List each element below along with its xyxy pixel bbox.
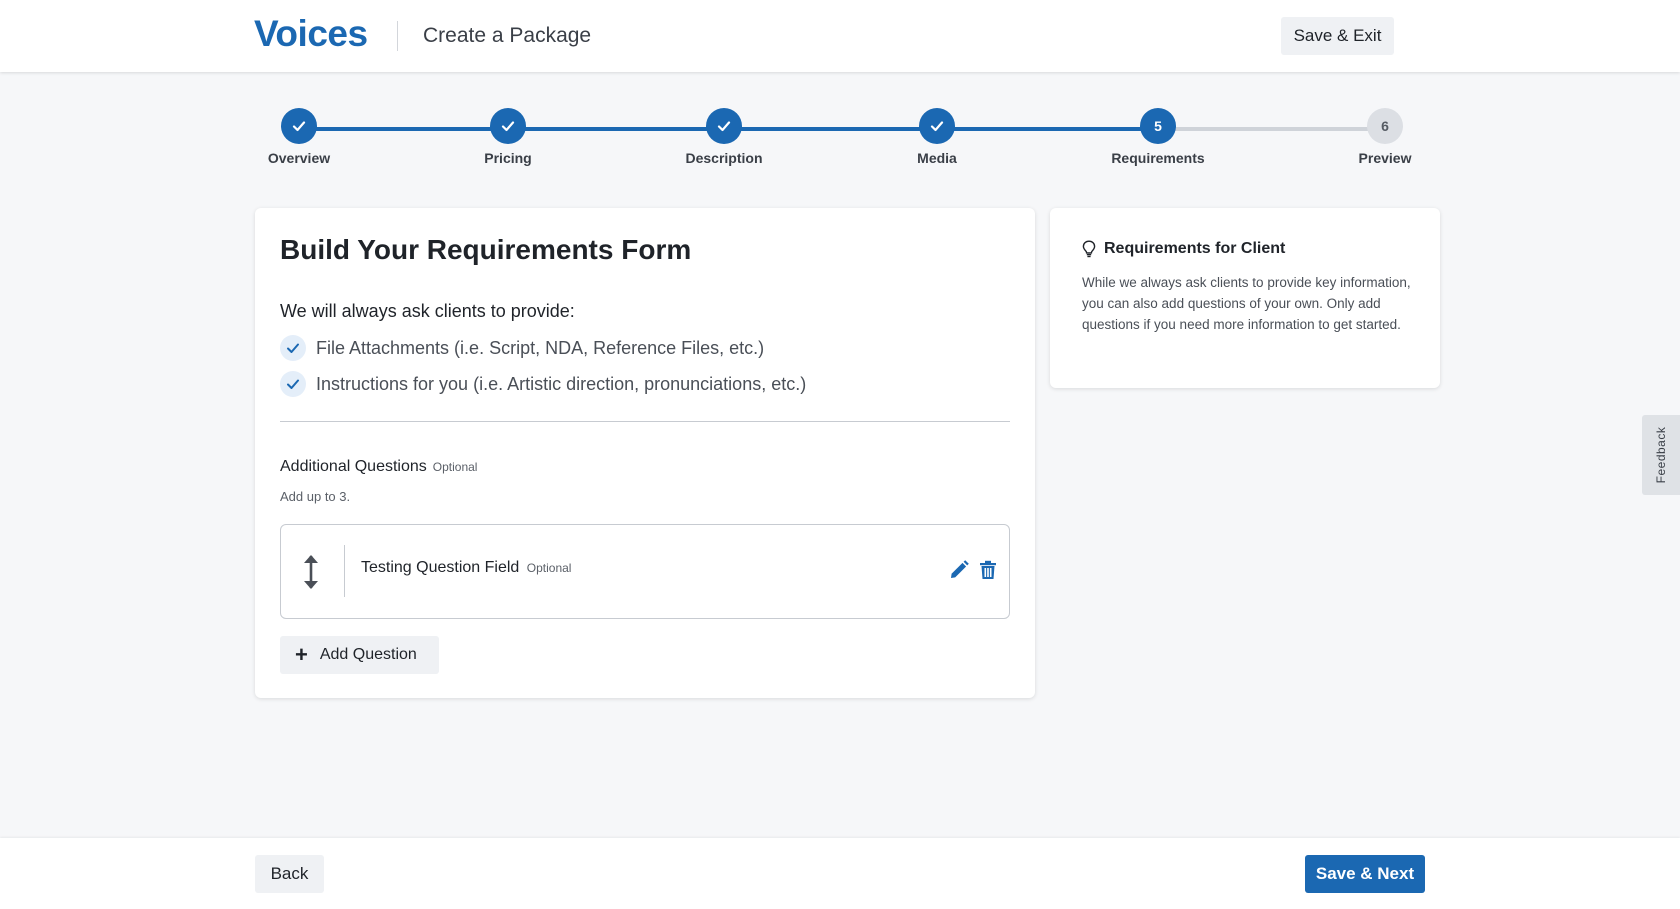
step-requirements[interactable]: 5 Requirements (1088, 108, 1228, 166)
optional-tag: Optional (526, 561, 572, 575)
always-ask-intro: We will always ask clients to provide: (280, 301, 575, 321)
progress-stepper: Overview Pricing Description Media 5 Req… (0, 108, 1680, 168)
voices-logo[interactable]: Voices (254, 13, 368, 55)
page-title: Create a Package (423, 24, 592, 47)
always-item: File Attachments (i.e. Script, NDA, Refe… (280, 334, 764, 362)
add-question-label: Add Question (319, 646, 417, 663)
requirements-tip-card: Requirements for Client While we always … (1050, 208, 1440, 388)
save-next-button[interactable]: Save & Next (1305, 855, 1425, 893)
step-label: Pricing (484, 150, 532, 166)
check-icon (919, 108, 955, 144)
always-item-text: File Attachments (i.e. Script, NDA, Refe… (316, 337, 765, 358)
drag-handle-icon[interactable] (299, 553, 323, 591)
always-item: Instructions for you (i.e. Artistic dire… (280, 370, 806, 398)
step-media[interactable]: Media (867, 108, 1007, 166)
feedback-label: Feedback (1654, 426, 1668, 484)
step-label: Preview (1358, 150, 1412, 166)
check-icon (490, 108, 526, 144)
step-label: Media (917, 150, 957, 166)
step-number: 6 (1367, 108, 1403, 144)
check-circle-icon (280, 371, 306, 397)
additional-questions-hint: Add up to 3. (280, 489, 351, 504)
back-button[interactable]: Back (255, 855, 324, 893)
additional-questions-heading: Additional Questions Optional (280, 458, 477, 476)
check-icon (281, 108, 317, 144)
lightbulb-icon (1082, 240, 1096, 258)
add-question-button[interactable]: + Add Question (280, 636, 439, 674)
tip-body: While we always ask clients to provide k… (1082, 275, 1411, 332)
header-divider (397, 21, 398, 51)
footer-bar: Back Save & Next (0, 838, 1680, 909)
additional-questions-title: Additional Questions (280, 458, 427, 475)
question-text: Testing Question Field (361, 559, 520, 576)
step-label: Requirements (1111, 150, 1205, 166)
step-preview[interactable]: 6 Preview (1315, 108, 1455, 166)
tip-heading: Requirements for Client (1082, 240, 1285, 258)
plus-icon: + (295, 642, 308, 667)
delete-trash-icon[interactable] (977, 559, 999, 581)
question-divider (344, 545, 345, 597)
step-label: Description (685, 150, 763, 166)
form-title: Build Your Requirements Form (280, 234, 692, 265)
always-item-text: Instructions for you (i.e. Artistic dire… (316, 373, 807, 394)
step-description[interactable]: Description (654, 108, 794, 166)
top-bar: Voices Create a Package Save & Exit (0, 0, 1680, 72)
step-pricing[interactable]: Pricing (438, 108, 578, 166)
edit-pencil-icon[interactable] (948, 559, 970, 581)
section-divider (280, 421, 1010, 422)
question-item: Testing Question Field Optional (280, 524, 1010, 619)
step-overview[interactable]: Overview (229, 108, 369, 166)
save-exit-button[interactable]: Save & Exit (1281, 17, 1394, 55)
step-number: 5 (1140, 108, 1176, 144)
optional-tag: Optional (432, 460, 478, 474)
check-circle-icon (280, 335, 306, 361)
requirements-form-card: Build Your Requirements Form We will alw… (255, 208, 1035, 698)
check-icon (706, 108, 742, 144)
feedback-tab[interactable]: Feedback (1642, 415, 1680, 495)
question-label: Testing Question Field Optional (361, 559, 571, 577)
step-label: Overview (267, 150, 331, 166)
tip-title: Requirements for Client (1104, 240, 1286, 257)
